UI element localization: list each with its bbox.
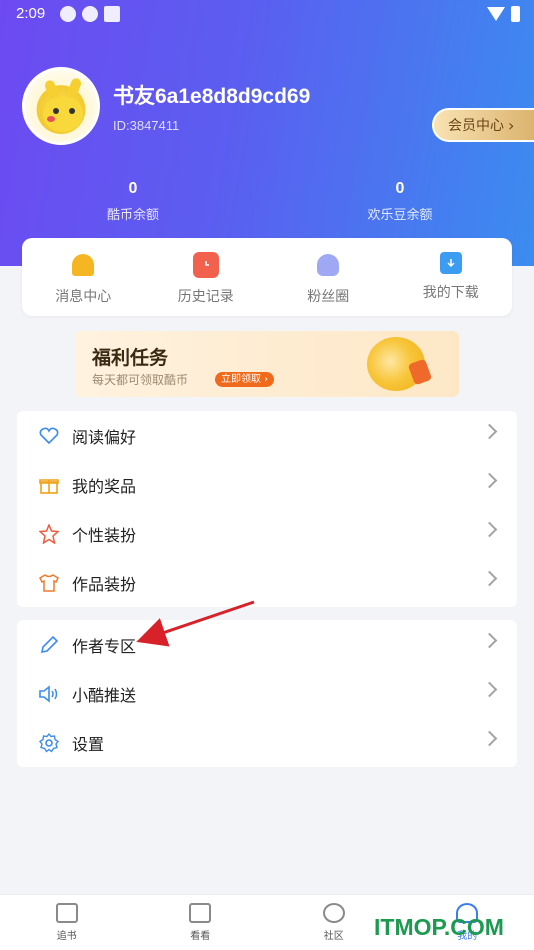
star-icon bbox=[38, 523, 60, 545]
speaker-icon bbox=[38, 683, 60, 705]
menu-item-reading-preference[interactable]: 阅读偏好 bbox=[17, 411, 517, 460]
watermark: ITMOP.COM bbox=[374, 914, 504, 940]
wifi-icon bbox=[487, 7, 505, 21]
banner-subtitle: 每天都可领取酷币 bbox=[92, 373, 189, 387]
avatar-face bbox=[43, 96, 83, 132]
menu-item-label: 作者专区 bbox=[72, 636, 137, 656]
menu-item-author-zone[interactable]: 作者专区 bbox=[17, 620, 517, 669]
chevron-right-icon: › bbox=[508, 115, 515, 135]
quick-action-downloads[interactable]: 我的下载 bbox=[390, 238, 513, 316]
heart-icon bbox=[38, 425, 60, 447]
book-icon bbox=[55, 903, 78, 923]
user-id: ID:3847411 bbox=[113, 118, 180, 133]
history-icon bbox=[192, 252, 219, 278]
menu-item-label: 小酷推送 bbox=[72, 685, 137, 705]
quick-action-label: 历史记录 bbox=[177, 289, 234, 305]
notification-icons bbox=[60, 6, 120, 22]
home-icon bbox=[189, 903, 212, 923]
quick-action-label: 我的下载 bbox=[422, 285, 479, 301]
app-notification-icon bbox=[82, 6, 98, 22]
username[interactable]: 书友6a1e8d8d9cd69 bbox=[113, 80, 310, 110]
menu-group-preferences: 阅读偏好 我的奖品 个性装扮 作品装扮 bbox=[17, 411, 517, 607]
bean-balance-label: 欢乐豆余额 bbox=[367, 208, 433, 223]
quick-action-label: 消息中心 bbox=[55, 289, 112, 305]
avatar[interactable] bbox=[22, 67, 100, 145]
menu-item-work-decoration[interactable]: 作品装扮 bbox=[17, 558, 517, 607]
menu-item-personal-decoration[interactable]: 个性装扮 bbox=[17, 509, 517, 558]
quick-action-history[interactable]: 历史记录 bbox=[145, 238, 268, 316]
app-notification-icon bbox=[104, 6, 120, 22]
quick-actions: 消息中心 历史记录 粉丝圈 我的下载 bbox=[22, 238, 512, 316]
coin-balance-value: 0 bbox=[128, 180, 138, 197]
banner-title: 福利任务 bbox=[92, 347, 169, 369]
bean-balance-value: 0 bbox=[395, 180, 405, 197]
chevron-right-icon bbox=[481, 570, 498, 587]
menu-group-other: 作者专区 小酷推送 设置 bbox=[17, 620, 517, 767]
chevron-right-icon bbox=[481, 681, 498, 698]
claim-now-button[interactable]: 立即领取 › bbox=[215, 372, 275, 387]
community-icon bbox=[322, 903, 345, 923]
system-indicators bbox=[487, 6, 520, 22]
chevron-right-icon bbox=[481, 472, 498, 489]
quick-action-messages[interactable]: 消息中心 bbox=[22, 238, 145, 316]
app-notification-icon bbox=[60, 6, 76, 22]
avatar-eye bbox=[69, 108, 75, 114]
avatar-cheek bbox=[47, 116, 55, 122]
gear-icon bbox=[38, 732, 60, 754]
nav-tab-label: 看看 bbox=[190, 931, 211, 942]
menu-item-label: 个性装扮 bbox=[72, 525, 137, 545]
menu-item-push[interactable]: 小酷推送 bbox=[17, 669, 517, 718]
menu-item-label: 我的奖品 bbox=[72, 476, 137, 496]
pencil-icon bbox=[38, 634, 60, 656]
download-icon bbox=[439, 252, 462, 274]
chevron-right-icon bbox=[481, 521, 498, 538]
nav-tab-bookshelf[interactable]: 追书 bbox=[0, 895, 134, 950]
chevron-right-icon bbox=[481, 632, 498, 649]
menu-item-label: 作品装扮 bbox=[72, 574, 137, 594]
status-time: 2:09 bbox=[16, 5, 46, 22]
nav-tab-label: 社区 bbox=[323, 931, 344, 942]
shirt-icon bbox=[38, 572, 60, 594]
menu-item-settings[interactable]: 设置 bbox=[17, 718, 517, 767]
menu-item-my-prizes[interactable]: 我的奖品 bbox=[17, 460, 517, 509]
welfare-task-banner[interactable]: 福利任务 每天都可领取酷币 立即领取 › bbox=[75, 331, 459, 397]
nav-tab-label: 追书 bbox=[56, 931, 77, 942]
vip-center-label: 会员中心 bbox=[448, 118, 504, 134]
vip-center-button[interactable]: 会员中心 › bbox=[432, 108, 534, 142]
bell-icon bbox=[70, 252, 96, 278]
coin-balance[interactable]: 0 酷币余额 bbox=[73, 180, 193, 223]
quick-action-label: 粉丝圈 bbox=[307, 289, 350, 305]
bean-balance[interactable]: 0 欢乐豆余额 bbox=[340, 180, 460, 223]
menu-item-label: 阅读偏好 bbox=[72, 427, 137, 447]
chevron-right-icon bbox=[481, 730, 498, 747]
chevron-right-icon bbox=[481, 423, 498, 440]
status-bar: 2:09 bbox=[0, 0, 534, 28]
nav-tab-browse[interactable]: 看看 bbox=[134, 895, 268, 950]
gift-icon bbox=[38, 474, 60, 496]
fans-icon bbox=[315, 252, 341, 278]
coin-balance-label: 酷币余额 bbox=[106, 208, 159, 223]
avatar-eye bbox=[53, 108, 59, 114]
battery-icon bbox=[511, 6, 520, 22]
quick-action-fans[interactable]: 粉丝圈 bbox=[267, 238, 390, 316]
menu-item-label: 设置 bbox=[72, 734, 105, 754]
